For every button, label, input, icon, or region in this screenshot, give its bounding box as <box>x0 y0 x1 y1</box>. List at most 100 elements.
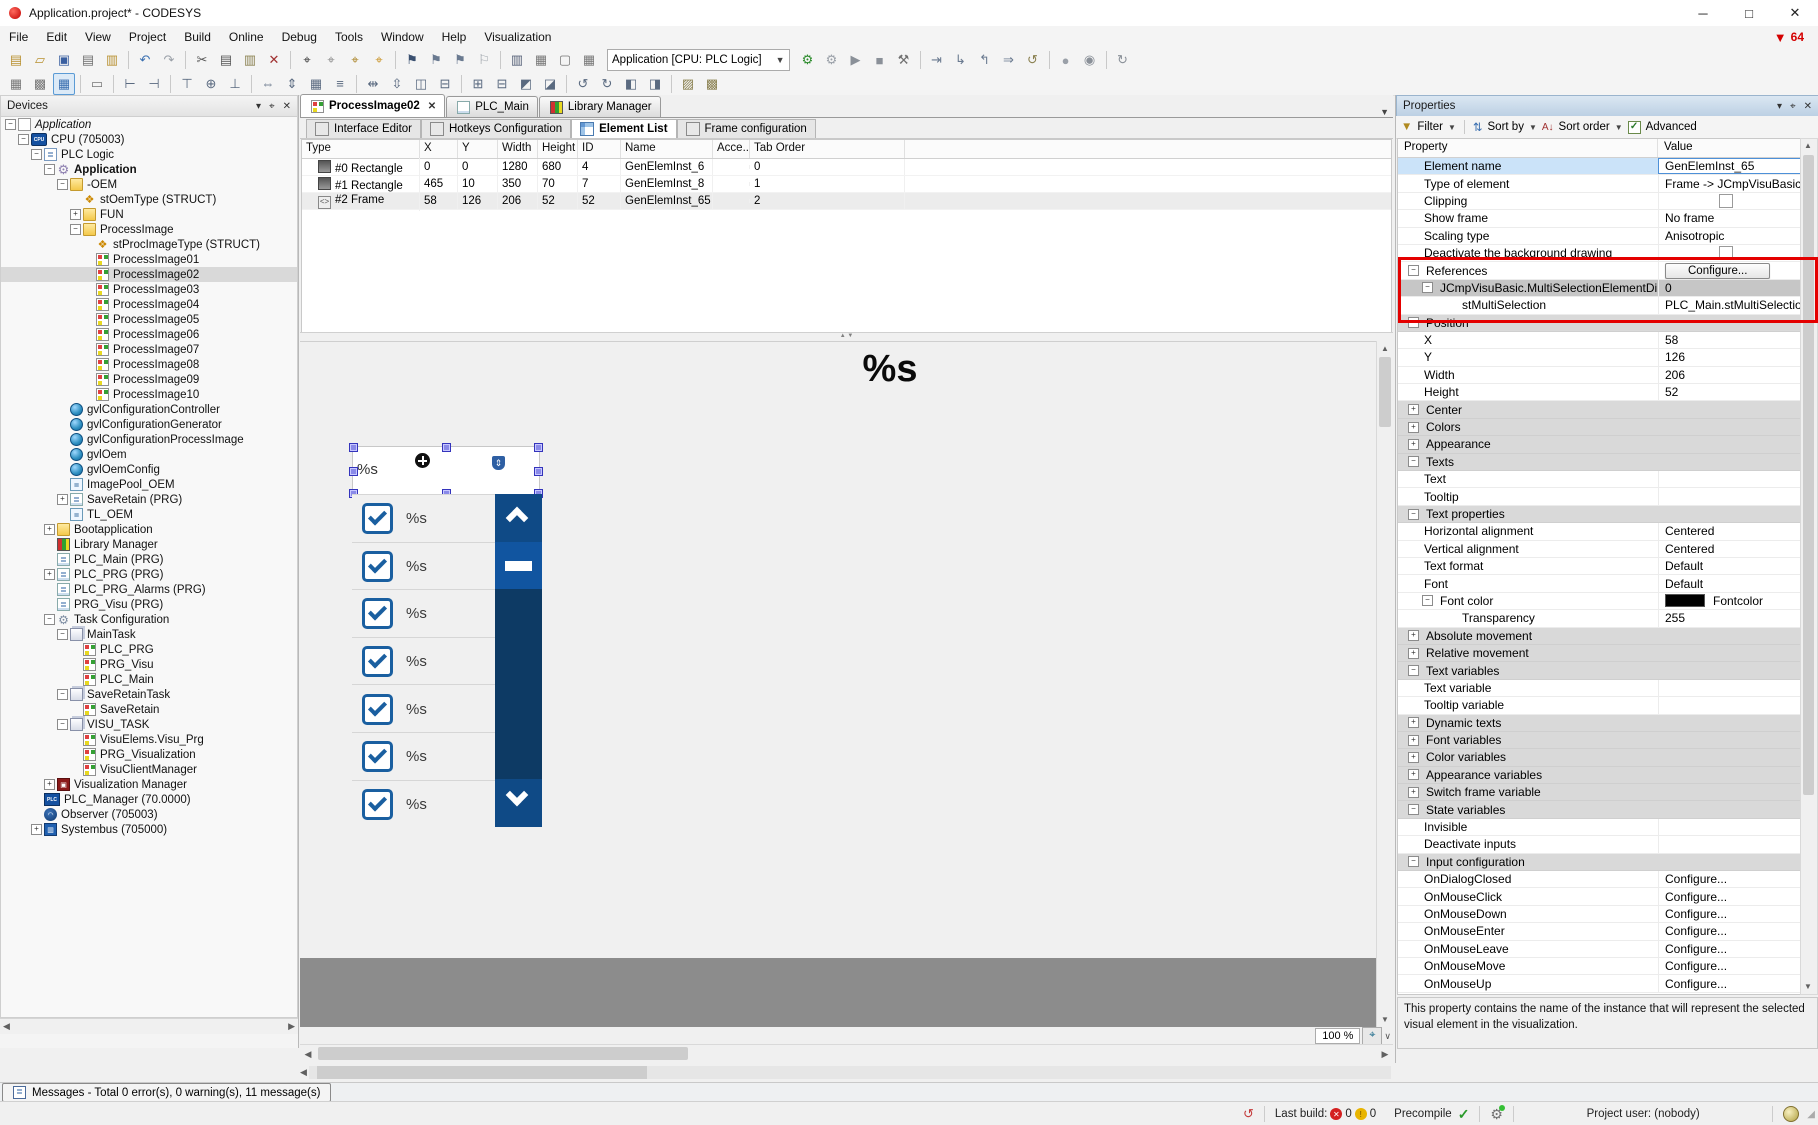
selected-frame-element[interactable]: %s ⇕ <box>352 446 540 495</box>
tree-item-processimage09[interactable]: ProcessImage09 <box>1 372 297 387</box>
menu-item-visualization[interactable]: Visualization <box>475 27 560 47</box>
tree-item-bootapplication[interactable]: +Bootapplication <box>1 522 297 537</box>
scroll-left-icon[interactable]: ◀ <box>300 1067 307 1078</box>
scroll-left-icon[interactable]: ◀ <box>300 1045 316 1063</box>
property-row-text-properties[interactable]: −Text properties <box>1398 506 1802 523</box>
collapse-icon[interactable]: − <box>1408 509 1419 520</box>
tree-item-plc-manager-70-0000-[interactable]: PLCPLC_Manager (70.0000) <box>1 792 297 807</box>
property-value-cell[interactable]: Configure... <box>1658 262 1802 278</box>
scrollbar-thumb[interactable] <box>1379 357 1391 427</box>
tree-item-fun[interactable]: +FUN <box>1 207 297 222</box>
scroll-left-icon[interactable]: ◀ <box>3 1021 10 1032</box>
scrollbar-thumb[interactable] <box>318 1047 688 1060</box>
expand-icon[interactable]: + <box>44 779 55 790</box>
property-value-cell[interactable] <box>1658 715 1802 731</box>
property-value-cell[interactable]: Configure... <box>1658 975 1802 991</box>
pin-icon[interactable]: ⌖ <box>269 101 275 112</box>
tree-item-gvlconfigurationprocessimage[interactable]: gvlConfigurationProcessImage <box>1 432 297 447</box>
step-out-icon[interactable]: ↰ <box>974 49 996 71</box>
property-row-font-variables[interactable]: +Font variables <box>1398 732 1802 749</box>
breakpoint-icon[interactable]: ● <box>1055 49 1077 71</box>
collapse-icon[interactable]: − <box>57 629 68 640</box>
flip-v-icon[interactable]: ◨ <box>644 73 666 95</box>
tree-item-gvlconfigurationcontroller[interactable]: gvlConfigurationController <box>1 402 297 417</box>
property-value-cell[interactable] <box>1658 245 1802 261</box>
property-value-cell[interactable] <box>1658 749 1802 765</box>
property-row-appearance[interactable]: +Appearance <box>1398 436 1802 453</box>
stop-icon[interactable]: ■ <box>869 49 891 71</box>
close-button[interactable]: ✕ <box>1772 0 1818 26</box>
expand-icon[interactable]: + <box>1408 404 1419 415</box>
tree-item-gvloem[interactable]: gvlOem <box>1 447 297 462</box>
column-header-acce-[interactable]: Acce... <box>713 140 750 158</box>
checkbox-list-item[interactable]: %s <box>352 542 495 591</box>
tree-item-gvloemconfig[interactable]: gvlOemConfig <box>1 462 297 477</box>
resize-handle-e[interactable] <box>534 467 543 476</box>
expand-icon[interactable]: + <box>1408 648 1419 659</box>
undo-icon[interactable]: ↶ <box>134 49 156 71</box>
property-value-cell[interactable]: Anisotropic <box>1658 228 1802 244</box>
expand-icon[interactable]: + <box>44 569 55 580</box>
group-icon[interactable]: ⊞ <box>467 73 489 95</box>
property-value-cell[interactable]: 255 <box>1658 610 1802 626</box>
property-row-onmouseclick[interactable]: OnMouseClickConfigure... <box>1398 888 1802 905</box>
property-row-switch-frame-variable[interactable]: +Switch frame variable <box>1398 784 1802 801</box>
reset-icon[interactable]: ↺ <box>1022 49 1044 71</box>
document-tab-processimage02[interactable]: ProcessImage02✕ <box>300 94 445 117</box>
property-value-cell[interactable] <box>1658 436 1802 452</box>
visu-hotkeys-icon[interactable]: ▩ <box>29 73 51 95</box>
tree-item-task-configuration[interactable]: −⚙Task Configuration <box>1 612 297 627</box>
property-value-cell[interactable]: PLC_Main.stMultiSelection <box>1658 297 1802 313</box>
center-v-icon[interactable]: ⊟ <box>434 73 456 95</box>
tree-item--oem[interactable]: −-OEM <box>1 177 297 192</box>
property-value-cell[interactable] <box>1658 401 1802 417</box>
scroll-up-button[interactable] <box>495 494 542 542</box>
tree-item-cpu-705003-[interactable]: −CPUCPU (705003) <box>1 132 297 147</box>
property-value-cell[interactable] <box>1658 662 1802 678</box>
property-row-type-of-element[interactable]: Type of elementFrame -> JCmpVisuBasic.Mu… <box>1398 175 1802 192</box>
tree-item-processimage04[interactable]: ProcessImage04 <box>1 297 297 312</box>
property-value-cell[interactable] <box>1658 854 1802 870</box>
property-row-width[interactable]: Width206 <box>1398 367 1802 384</box>
chevron-down-icon[interactable]: ▾ <box>1777 101 1782 112</box>
tree-item-visuelems-visu-prg[interactable]: VisuElems.Visu_Prg <box>1 732 297 747</box>
column-header-y[interactable]: Y <box>458 140 498 158</box>
minimize-button[interactable]: ─ <box>1680 0 1726 26</box>
redo-icon[interactable]: ↷ <box>158 49 180 71</box>
tree-item-processimage05[interactable]: ProcessImage05 <box>1 312 297 327</box>
expand-icon[interactable]: + <box>1408 717 1419 728</box>
property-value-cell[interactable]: GenElemInst_65 <box>1658 158 1802 174</box>
tree-item-plc-main-prg-[interactable]: ≣PLC_Main (PRG) <box>1 552 297 567</box>
copy-icon[interactable]: ▤ <box>215 49 237 71</box>
logout-icon[interactable]: ⚙ <box>821 49 843 71</box>
delete-icon[interactable]: ✕ <box>263 49 285 71</box>
menu-item-debug[interactable]: Debug <box>273 27 326 47</box>
paste-icon[interactable]: ▥ <box>239 49 261 71</box>
bookmark-toggle-icon[interactable]: ⚑ <box>401 49 423 71</box>
bookmark-prev-icon[interactable]: ⚑ <box>425 49 447 71</box>
property-row-scaling-type[interactable]: Scaling typeAnisotropic <box>1398 228 1802 245</box>
start-icon[interactable]: ▶ <box>845 49 867 71</box>
document-tab-plc-main[interactable]: PLC_Main <box>446 96 538 117</box>
property-row-element-name[interactable]: Element nameGenElemInst_65 <box>1398 158 1802 175</box>
checkbox-list-item[interactable]: %s <box>352 637 495 686</box>
property-row-transparency[interactable]: Transparency255 <box>1398 610 1802 627</box>
print-icon[interactable]: ▤ <box>77 49 99 71</box>
make-same-width-icon[interactable]: ⇔ <box>257 73 279 95</box>
property-value-cell[interactable]: Configure... <box>1658 871 1802 887</box>
property-row-font[interactable]: FontDefault <box>1398 575 1802 592</box>
property-row-onmouseenter[interactable]: OnMouseEnterConfigure... <box>1398 923 1802 940</box>
configure-button[interactable]: Configure... <box>1665 263 1770 279</box>
property-row-color-variables[interactable]: +Color variables <box>1398 749 1802 766</box>
expand-icon[interactable]: + <box>31 824 42 835</box>
paste-special-icon[interactable]: ▥ <box>101 49 123 71</box>
calendar-icon[interactable]: ▦ <box>578 49 600 71</box>
cut-icon[interactable]: ✂ <box>191 49 213 71</box>
property-row-show-frame[interactable]: Show frameNo frame <box>1398 210 1802 227</box>
property-row-appearance-variables[interactable]: +Appearance variables <box>1398 767 1802 784</box>
property-row-horizontal-alignment[interactable]: Horizontal alignmentCentered <box>1398 523 1802 540</box>
property-value-cell[interactable] <box>1658 680 1802 696</box>
property-value-cell[interactable]: Centered <box>1658 523 1802 539</box>
tree-item-plc-prg[interactable]: PLC_PRG <box>1 642 297 657</box>
center-h-icon[interactable]: ◫ <box>410 73 432 95</box>
